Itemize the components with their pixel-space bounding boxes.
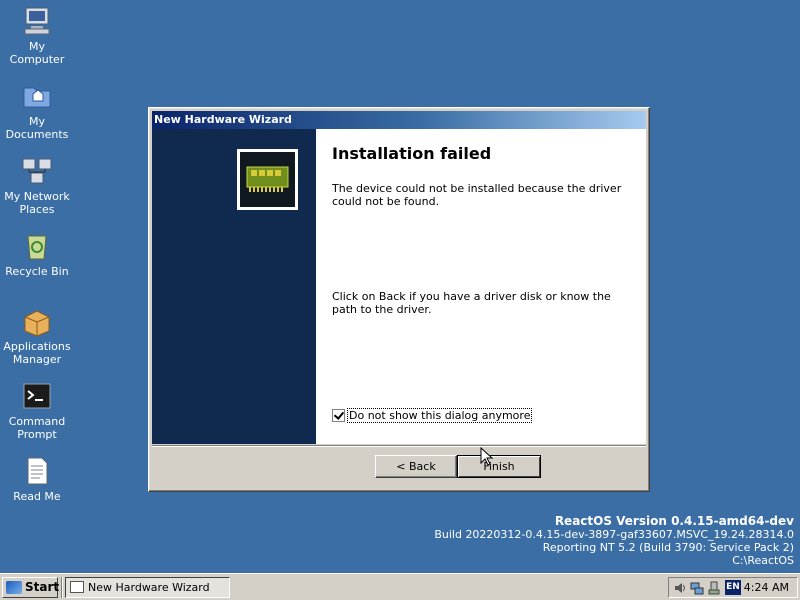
terminal-icon — [21, 380, 53, 412]
desktop-icon-label: Command Prompt — [8, 415, 66, 441]
desktop-icon-label: My Documents — [5, 115, 69, 141]
taskbar-item-new-hardware-wizard[interactable]: New Hardware Wizard — [65, 577, 230, 598]
start-label: Start — [25, 580, 60, 594]
text-document-icon — [21, 455, 53, 487]
desktop-icon-label: My Network Places — [4, 190, 70, 216]
network-icon — [21, 155, 53, 187]
start-button[interactable]: Start — [2, 577, 60, 598]
finish-button[interactable]: Finish — [457, 455, 541, 478]
desktop-icon-read-me[interactable]: Read Me — [0, 455, 74, 503]
recycle-bin-icon — [21, 230, 53, 262]
system-tray: EN 4:24 AM — [668, 577, 798, 598]
package-icon — [21, 305, 53, 337]
documents-folder-icon — [21, 80, 53, 112]
back-button[interactable]: < Back — [375, 455, 457, 478]
wizard-content: Installation failed The device could not… — [332, 129, 626, 444]
computer-icon — [21, 5, 53, 37]
window-titlebar[interactable]: New Hardware Wizard — [152, 111, 646, 129]
network-status-icon[interactable] — [690, 581, 704, 595]
window-icon — [70, 581, 84, 593]
wizard-client-area: Installation failed The device could not… — [152, 129, 646, 444]
language-indicator[interactable]: EN — [725, 580, 741, 595]
desktop-icon-applications-manager[interactable]: Applications Manager — [0, 305, 74, 366]
desktop-icon-network-places[interactable]: My Network Places — [0, 155, 74, 216]
safely-remove-hardware-icon[interactable] — [707, 581, 721, 595]
os-version-info: ReactOS Version 0.4.15-amd64-dev Build 2… — [434, 514, 794, 568]
desktop-icon-label: Read Me — [13, 490, 61, 503]
dont-show-again-checkbox[interactable] — [332, 409, 345, 422]
button-separator — [152, 445, 646, 447]
taskbar: Start New Hardware Wizard EN 4:24 AM — [0, 573, 800, 600]
desktop-icon-label: Recycle Bin — [5, 265, 69, 278]
version-title: ReactOS Version 0.4.15-amd64-dev — [554, 514, 794, 528]
desktop-icon-my-documents[interactable]: My Documents — [0, 80, 74, 141]
failure-message: The device could not be installed becaus… — [332, 182, 622, 208]
taskbar-divider — [61, 577, 63, 598]
desktop-icon-my-computer[interactable]: My Computer — [0, 5, 74, 66]
desktop-icon-command-prompt[interactable]: Command Prompt — [0, 380, 74, 441]
dont-show-again-label[interactable]: Do not show this dialog anymore — [346, 408, 533, 423]
dont-show-again-option[interactable]: Do not show this dialog anymore — [332, 408, 533, 423]
wizard-heading: Installation failed — [332, 144, 492, 163]
reporting-string: Reporting NT 5.2 (Build 3790: Service Pa… — [542, 541, 794, 554]
wizard-side-panel — [152, 129, 316, 444]
desktop-icon-label: Applications Manager — [3, 340, 71, 366]
mouse-cursor-icon — [480, 447, 494, 466]
new-hardware-wizard-window: New Hardware Wizard Installation failed … — [148, 107, 650, 492]
start-logo-icon — [6, 581, 22, 594]
desktop-icon-label: My Computer — [9, 40, 65, 66]
volume-icon[interactable] — [673, 581, 687, 595]
desktop-icon-recycle-bin[interactable]: Recycle Bin — [0, 230, 74, 278]
hardware-card-icon — [237, 149, 298, 210]
clock[interactable]: 4:24 AM — [744, 578, 789, 597]
taskbar-item-label: New Hardware Wizard — [88, 581, 210, 594]
hint-message: Click on Back if you have a driver disk … — [332, 290, 611, 316]
build-string: Build 20220312-0.4.15-dev-3897-gaf33607.… — [434, 528, 794, 541]
system-path: C:\ReactOS — [732, 554, 794, 567]
